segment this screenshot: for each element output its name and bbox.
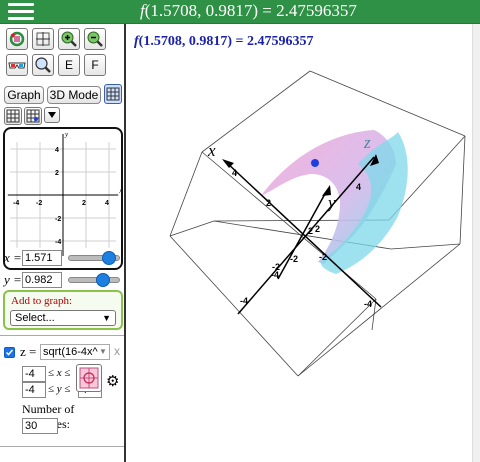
x-axis-tick: -4 bbox=[364, 299, 372, 309]
y-axis-label: y bbox=[326, 193, 336, 212]
add-to-graph-panel: Add to graph: Select... ▼ bbox=[3, 290, 123, 330]
zoom-in-button[interactable] bbox=[58, 28, 80, 50]
y-range-label: ≤ y ≤ bbox=[48, 383, 71, 395]
settings-gear-icon[interactable]: ⚙ bbox=[106, 372, 119, 391]
reset-view-button[interactable] bbox=[6, 28, 28, 50]
z-axis bbox=[277, 191, 327, 280]
y-axis-tick: 2 bbox=[315, 224, 320, 234]
zoom-in-icon bbox=[61, 31, 77, 47]
x-slider-handle[interactable] bbox=[102, 251, 116, 265]
grid-point-button[interactable] bbox=[24, 107, 42, 125]
y-min-field[interactable]: -4 bbox=[22, 382, 46, 398]
mini-y-tick: -4 bbox=[55, 239, 61, 246]
mini-y-axis-label: y bbox=[64, 130, 69, 138]
x-axis-tick: -2 bbox=[319, 252, 327, 262]
title-value: (1.5708, 0.9817) = 2.47596357 bbox=[144, 1, 357, 20]
dropdown-triangle-icon bbox=[48, 112, 56, 118]
trace-button[interactable] bbox=[32, 54, 54, 76]
checkmark-icon bbox=[5, 349, 14, 356]
expression-dropdown-icon[interactable]: ▼ bbox=[99, 347, 107, 356]
zoom-out-button[interactable] bbox=[84, 28, 106, 50]
bounding-box-edge bbox=[390, 243, 461, 250]
page-title: f(1.5708, 0.9817) = 2.47596357 bbox=[140, 1, 357, 21]
3d-glasses-icon bbox=[8, 62, 26, 69]
chevron-down-icon: ▼ bbox=[102, 313, 111, 323]
hamburger-menu-icon[interactable] bbox=[8, 3, 34, 21]
grid-toggle-button[interactable] bbox=[4, 107, 22, 125]
z-axis-tick: -2 bbox=[272, 262, 280, 272]
axes-view-button[interactable] bbox=[32, 28, 54, 50]
grid-point-icon bbox=[26, 109, 40, 123]
x-range-label: ≤ x ≤ bbox=[48, 367, 71, 379]
f-button[interactable]: F bbox=[84, 54, 106, 76]
bounding-box-edge bbox=[309, 70, 466, 137]
mini-x-tick: -2 bbox=[36, 200, 42, 207]
bounding-box-edge bbox=[169, 151, 203, 237]
trace-point bbox=[311, 159, 319, 167]
z-equals-label: z = bbox=[20, 344, 37, 359]
mini-y-tick: 2 bbox=[55, 170, 59, 177]
x-slider-label: x = bbox=[4, 250, 22, 265]
mini-2d-graph[interactable]: -4 -2 2 4 4 2 -2 -4 x y bbox=[3, 127, 123, 270]
reset-icon bbox=[9, 31, 25, 47]
top-bar: f(1.5708, 0.9817) = 2.47596357 bbox=[0, 0, 480, 24]
y-slider-label: y = bbox=[4, 272, 22, 287]
bounding-box-edge bbox=[201, 70, 311, 153]
e-button[interactable]: E bbox=[58, 54, 80, 76]
delete-function-button[interactable]: x bbox=[114, 344, 120, 358]
function-entry-panel: z = sqrt(16-4x^ ▼ x -4 ≤ x ≤ -4 ≤ y ≤ 4 … bbox=[0, 335, 124, 447]
bounding-box-edge bbox=[169, 220, 215, 237]
gridlines-field[interactable]: 30 bbox=[22, 418, 58, 434]
x-value-field[interactable]: 1.571 bbox=[22, 250, 62, 266]
add-to-graph-selected: Select... bbox=[15, 312, 55, 324]
anaglyph-3d-button[interactable] bbox=[6, 54, 28, 76]
z-axis-tick: 4 bbox=[356, 182, 361, 192]
domain-picker-button[interactable] bbox=[76, 364, 102, 392]
y-slider-track[interactable] bbox=[68, 277, 120, 283]
grid-icon bbox=[106, 87, 120, 101]
bounding-box-edge bbox=[371, 298, 377, 331]
mini-graph-canvas: -4 -2 2 4 4 2 -2 -4 x y bbox=[7, 130, 121, 256]
mini-x-tick: 4 bbox=[105, 200, 109, 207]
y-axis-tick: -2 bbox=[290, 254, 298, 264]
y-value-field[interactable]: 0.982 bbox=[22, 272, 62, 288]
vertical-scrollbar[interactable] bbox=[472, 24, 480, 462]
mini-x-tick: 2 bbox=[82, 200, 86, 207]
domain-grid-icon bbox=[79, 367, 99, 389]
zoom-out-icon bbox=[87, 31, 103, 47]
grid-mode-button[interactable] bbox=[104, 84, 122, 104]
x-axis-tick: 2 bbox=[266, 198, 271, 208]
bounding-box-edge bbox=[169, 235, 299, 377]
3d-plot: xyz42-2-42-2-442-2-4 bbox=[169, 70, 466, 377]
x-min-field[interactable]: -4 bbox=[22, 366, 46, 382]
z-axis-tick: -4 bbox=[240, 296, 248, 306]
axes-box-icon bbox=[36, 32, 50, 46]
graph-button[interactable]: Graph bbox=[4, 86, 44, 104]
sidebar: E F Graph 3D Mode -4 -2 2 4 4 2 -2 -4 x y x = bbox=[0, 24, 126, 462]
x-axis-arrowhead bbox=[222, 159, 234, 168]
y-slider-handle[interactable] bbox=[96, 273, 110, 287]
3d-mode-button[interactable]: 3D Mode bbox=[47, 86, 101, 104]
mini-y-tick: -2 bbox=[55, 216, 61, 223]
mini-y-tick: 4 bbox=[55, 147, 59, 154]
bounding-box-edge bbox=[459, 135, 466, 245]
function-visible-checkbox[interactable] bbox=[4, 347, 15, 358]
magnifier-icon bbox=[35, 57, 51, 73]
options-dropdown-button[interactable] bbox=[44, 107, 60, 123]
z-axis-label: z bbox=[363, 133, 371, 152]
x-axis-label: x bbox=[207, 141, 216, 160]
x-axis-tick: 4 bbox=[232, 168, 237, 178]
add-to-graph-label: Add to graph: bbox=[11, 295, 73, 307]
z-axis-tick: 2 bbox=[308, 226, 313, 236]
add-to-graph-select[interactable]: Select... ▼ bbox=[10, 310, 116, 326]
grid-lines-icon bbox=[6, 109, 20, 123]
mini-x-axis-label: x bbox=[118, 187, 121, 195]
function-expression-text: sqrt(16-4x^ bbox=[43, 346, 98, 358]
bounding-box-edge bbox=[297, 298, 377, 377]
3d-graph-canvas[interactable]: f(1.5708, 0.9817) = 2.47596357 x y z 4 2 -2 -4… bbox=[126, 24, 472, 462]
mini-x-tick: -4 bbox=[13, 200, 19, 207]
